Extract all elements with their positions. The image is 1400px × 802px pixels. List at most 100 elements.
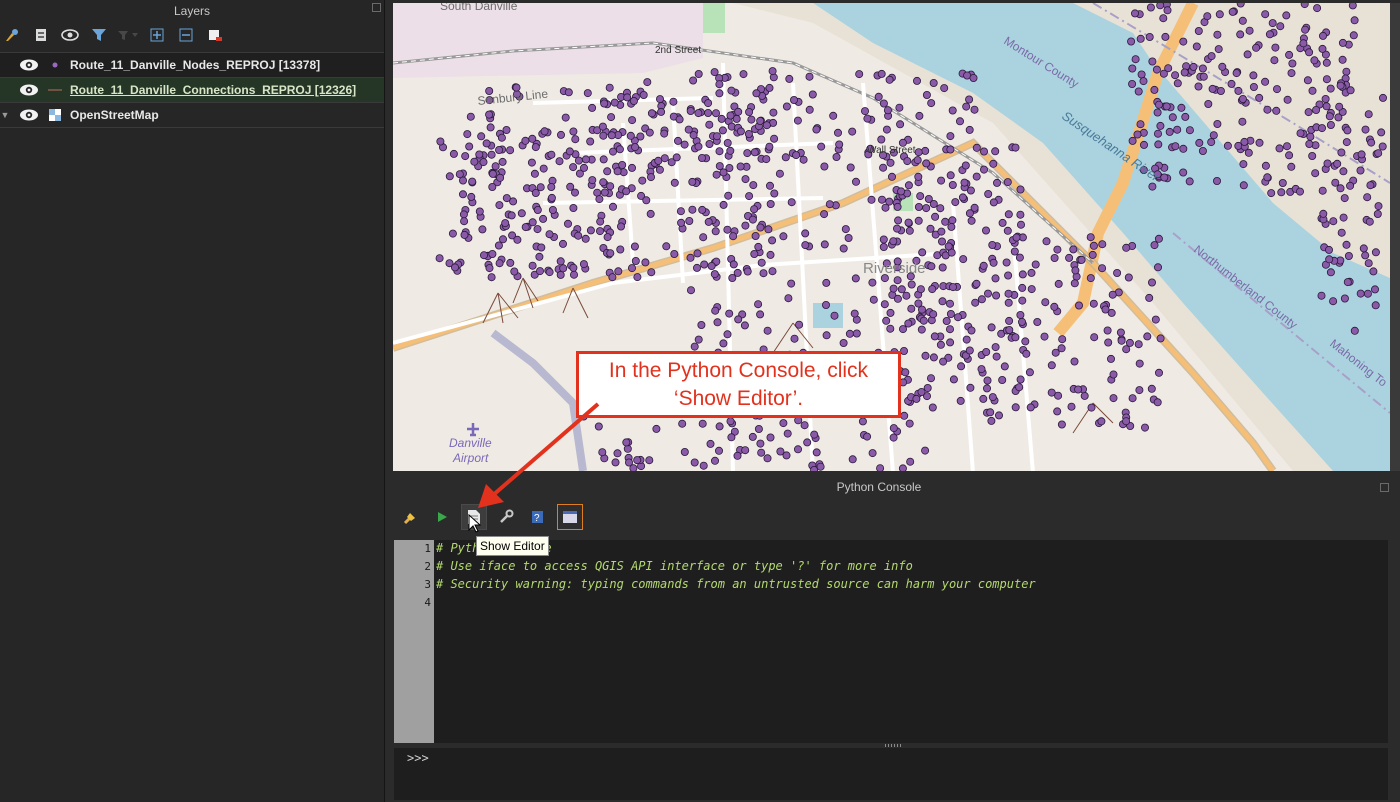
node-point: [960, 178, 969, 187]
add-group-icon[interactable]: [29, 23, 53, 47]
console-float-icon[interactable]: [1380, 483, 1389, 492]
node-point: [479, 158, 488, 167]
node-point: [662, 242, 671, 251]
filter-legend-icon[interactable]: [87, 23, 111, 47]
run-command-icon[interactable]: [429, 504, 455, 530]
node-point: [851, 177, 860, 186]
node-point: [741, 175, 750, 184]
node-point: [898, 325, 907, 334]
node-point: [979, 394, 988, 403]
node-point: [710, 456, 719, 465]
node-point: [643, 78, 652, 87]
node-point: [954, 313, 963, 322]
node-point: [820, 210, 829, 219]
node-point: [905, 419, 914, 428]
clear-console-icon[interactable]: [397, 504, 423, 530]
node-point: [741, 446, 750, 455]
node-point: [863, 432, 872, 441]
node-point: [965, 209, 974, 218]
node-point: [1207, 138, 1216, 147]
node-point: [779, 232, 788, 241]
node-point: [740, 321, 749, 330]
node-point: [1131, 9, 1140, 18]
node-point: [626, 131, 635, 140]
node-point: [928, 285, 937, 294]
visibility-eye-icon[interactable]: [18, 82, 40, 98]
node-point: [1338, 38, 1347, 47]
console-input[interactable]: >>>: [394, 748, 1388, 800]
expand-all-icon[interactable]: [145, 23, 169, 47]
node-point: [733, 451, 742, 460]
node-point: [899, 346, 908, 355]
callout-line2: ‘Show Editor’.: [673, 387, 804, 410]
remove-layer-icon[interactable]: [203, 23, 227, 47]
node-point: [513, 235, 522, 244]
manage-visibility-icon[interactable]: [58, 23, 82, 47]
node-point: [1369, 267, 1378, 276]
visibility-eye-icon[interactable]: [18, 57, 40, 73]
node-point: [829, 111, 838, 120]
node-point: [747, 115, 756, 124]
expand-arrow-icon[interactable]: ▼: [0, 110, 10, 120]
layer-row-connections[interactable]: Route_11_Danville_Connections_REPROJ [12…: [0, 78, 384, 103]
node-point: [812, 448, 821, 457]
node-point: [1275, 144, 1284, 153]
node-point: [929, 310, 938, 319]
node-point: [883, 106, 892, 115]
node-point: [769, 108, 778, 117]
node-point: [1004, 298, 1013, 307]
visibility-eye-icon[interactable]: [18, 107, 40, 123]
node-point: [1223, 141, 1232, 150]
node-point: [449, 149, 458, 158]
layer-row-nodes[interactable]: Route_11_Danville_Nodes_REPROJ [13378]: [0, 53, 384, 78]
node-point: [485, 264, 494, 273]
node-point: [588, 103, 597, 112]
node-point: [931, 212, 940, 221]
layers-panel-title: Layers: [173, 4, 211, 18]
node-point: [545, 268, 554, 277]
node-point: [1155, 368, 1164, 377]
node-point: [1300, 3, 1309, 9]
layer-row-openstreetmap[interactable]: ▼ OpenStreetMap: [0, 103, 384, 128]
node-point: [820, 162, 829, 171]
node-point: [998, 218, 1007, 227]
node-point: [1018, 283, 1027, 292]
node-point: [1128, 136, 1137, 145]
node-point: [1074, 385, 1083, 394]
collapse-all-icon[interactable]: [174, 23, 198, 47]
node-point: [672, 153, 681, 162]
node-point: [1373, 209, 1382, 218]
style-layer-icon[interactable]: [0, 23, 24, 47]
node-point: [921, 446, 930, 455]
node-point: [912, 394, 921, 403]
node-point: [965, 346, 974, 355]
console-output[interactable]: 1 2 3 4 # Python Console # Use iface to …: [394, 540, 1388, 743]
node-point: [686, 286, 695, 295]
node-point: [1318, 44, 1327, 53]
node-point: [1239, 181, 1248, 190]
layers-toolbar: [0, 22, 384, 48]
node-point: [736, 127, 745, 136]
console-line: # Use iface to access QGIS API interface…: [436, 559, 913, 573]
node-point: [461, 152, 470, 161]
node-point: [607, 131, 616, 140]
node-point: [487, 150, 496, 159]
node-point: [756, 223, 765, 232]
splitter-grip-icon[interactable]: [885, 744, 903, 747]
node-point: [680, 447, 689, 456]
node-point: [776, 447, 785, 456]
node-point: [977, 365, 986, 374]
node-point: [1214, 45, 1223, 54]
node-point: [989, 198, 998, 207]
node-point: [980, 147, 989, 156]
node-point: [998, 375, 1007, 384]
node-point: [1005, 325, 1014, 334]
node-point: [1296, 129, 1305, 138]
node-point: [1003, 226, 1012, 235]
panel-float-icon[interactable]: [372, 3, 381, 12]
node-point: [821, 300, 830, 309]
node-point: [756, 439, 765, 448]
line-number: 4: [424, 596, 431, 609]
node-point: [966, 383, 975, 392]
node-point: [465, 142, 474, 151]
